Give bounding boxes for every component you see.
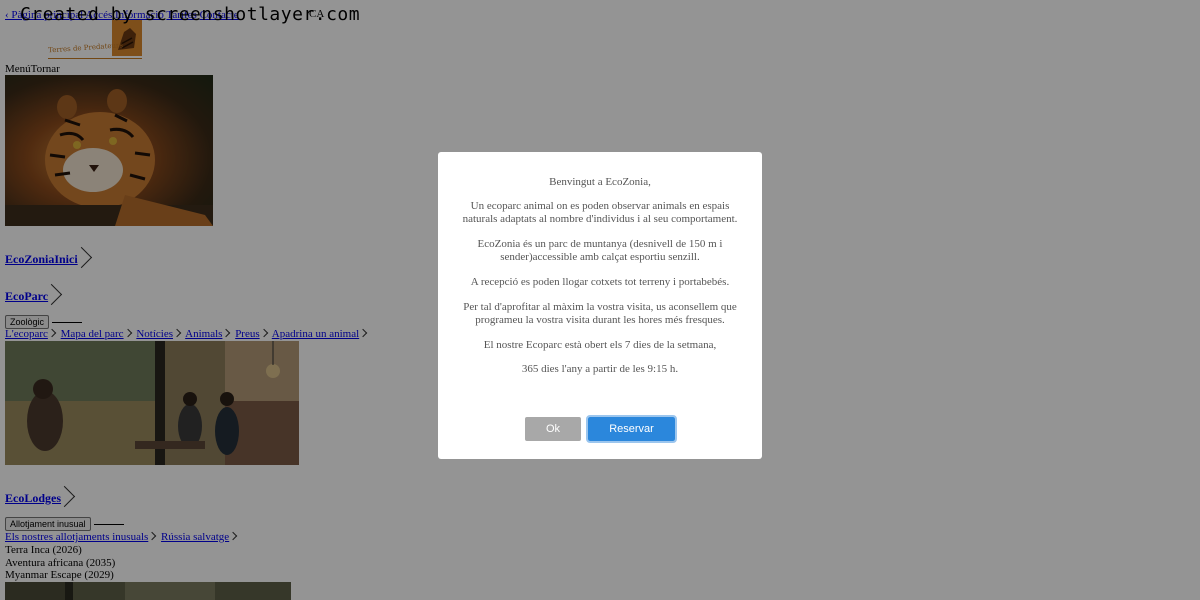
dialog-greeting: Benvingut a EcoZonia,	[549, 176, 651, 188]
dialog-paragraph: El nostre Ecoparc està obert els 7 dies …	[483, 339, 717, 351]
dialog-paragraph: Un ecoparc animal on es poden observar a…	[462, 200, 738, 225]
ok-button[interactable]: Ok	[525, 417, 581, 441]
watermark: Created by screenshotlayer.com	[20, 4, 361, 25]
dialog-paragraph: EcoZonia és un parc de muntanya (desnive…	[477, 238, 723, 263]
dialog-paragraph: 365 dies l'any a partir de les 9:15 h.	[521, 363, 679, 375]
welcome-dialog: Benvingut a EcoZonia, Un ecoparc animal …	[438, 152, 762, 459]
dialog-paragraph: Per tal d'aprofitar al màxim la vostra v…	[463, 301, 737, 326]
reserve-button[interactable]: Reservar	[586, 415, 677, 443]
dialog-paragraph: A recepció es poden llogar cotxets tot t…	[470, 276, 730, 288]
